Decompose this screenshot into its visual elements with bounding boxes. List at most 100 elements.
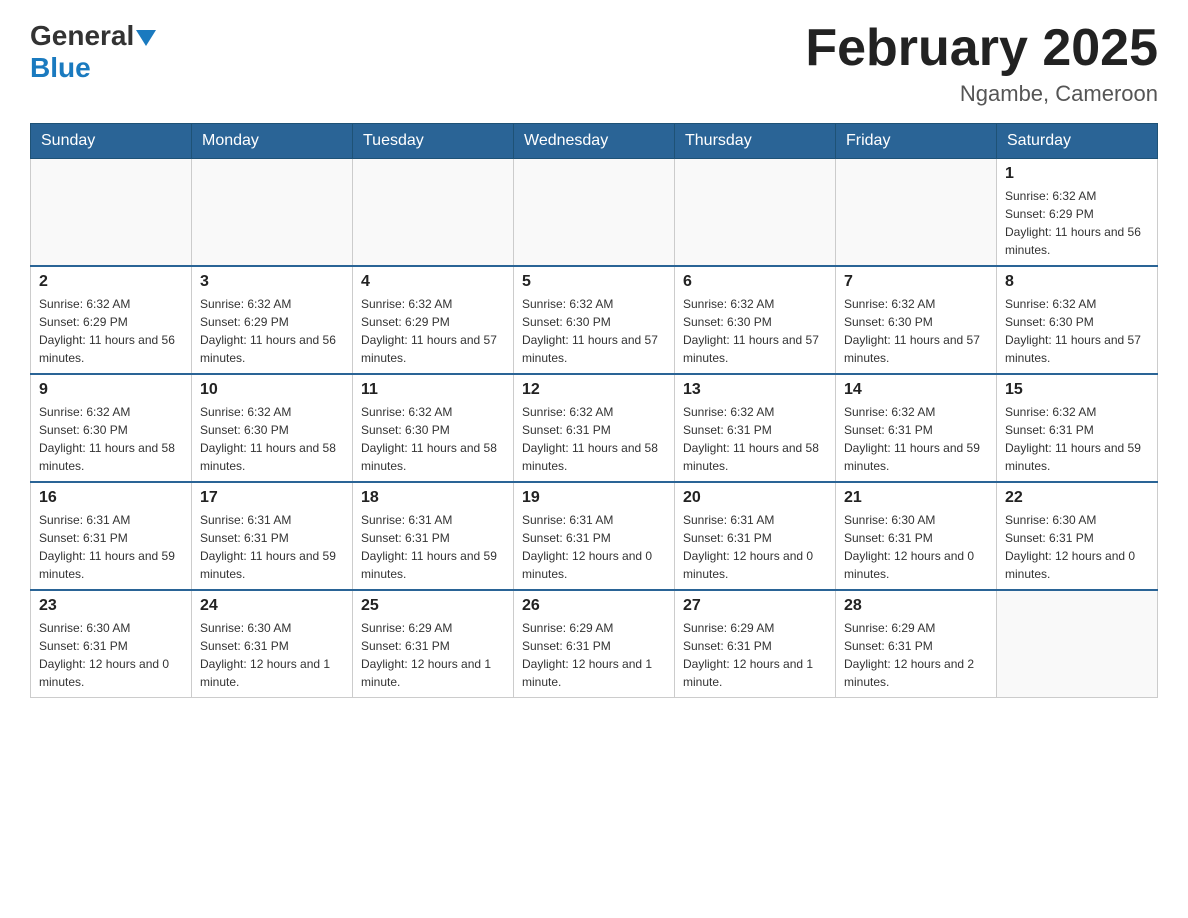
calendar-week-row: 1 Sunrise: 6:32 AM Sunset: 6:29 PM Daylig… [31,159,1158,267]
day-info: Sunrise: 6:32 AM Sunset: 6:31 PM Dayligh… [1005,403,1149,475]
day-info: Sunrise: 6:31 AM Sunset: 6:31 PM Dayligh… [200,511,344,583]
calendar-day-cell: 3 Sunrise: 6:32 AM Sunset: 6:29 PM Daylig… [192,266,353,374]
day-number: 17 [200,489,344,507]
day-info: Sunrise: 6:32 AM Sunset: 6:30 PM Dayligh… [683,295,827,367]
calendar-day-cell: 8Sunrise: 6:32 AM Sunset: 6:30 PM Daylig… [997,266,1158,374]
calendar-day-cell: 22 Sunrise: 6:30 AM Sunset: 6:31 PM Dayli… [997,482,1158,590]
day-info: Sunrise: 6:32 AM Sunset: 6:29 PM Dayligh… [361,295,505,367]
calendar-day-cell: 28 Sunrise: 6:29 AM Sunset: 6:31 PM Dayli… [836,590,997,698]
calendar-day-cell: 11 Sunrise: 6:32 AM Sunset: 6:30 PM Dayli… [353,374,514,482]
day-info: Sunrise: 6:30 AM Sunset: 6:31 PM Dayligh… [1005,511,1149,583]
day-info: Sunrise: 6:32 AM Sunset: 6:29 PM Dayligh… [1005,187,1149,259]
calendar-title: February 2025 [805,20,1158,77]
day-number: 7 [844,273,988,291]
day-number: 23 [39,597,183,615]
day-number: 13 [683,381,827,399]
calendar-day-cell: 16 Sunrise: 6:31 AM Sunset: 6:31 PM Dayli… [31,482,192,590]
logo: General Blue [30,20,158,84]
calendar-day-cell [192,159,353,267]
day-info: Sunrise: 6:30 AM Sunset: 6:31 PM Dayligh… [200,619,344,691]
title-section: February 2025 Ngambe, Cameroon [805,20,1158,107]
calendar-day-cell [353,159,514,267]
day-info: Sunrise: 6:31 AM Sunset: 6:31 PM Dayligh… [522,511,666,583]
day-info: Sunrise: 6:30 AM Sunset: 6:31 PM Dayligh… [844,511,988,583]
calendar-day-cell: 5 Sunrise: 6:32 AM Sunset: 6:30 PM Daylig… [514,266,675,374]
page-header: General Blue February 2025 Ngambe, Camer… [30,20,1158,107]
day-number: 22 [1005,489,1149,507]
day-info: Sunrise: 6:32 AM Sunset: 6:30 PM Dayligh… [522,295,666,367]
weekday-header-cell: Saturday [997,124,1158,159]
day-number: 28 [844,597,988,615]
calendar-day-cell [514,159,675,267]
day-info: Sunrise: 6:32 AM Sunset: 6:30 PM Dayligh… [1005,295,1149,367]
logo-triangle-icon [136,30,156,46]
day-number: 12 [522,381,666,399]
day-info: Sunrise: 6:31 AM Sunset: 6:31 PM Dayligh… [361,511,505,583]
day-info: Sunrise: 6:32 AM Sunset: 6:31 PM Dayligh… [683,403,827,475]
weekday-header-cell: Wednesday [514,124,675,159]
calendar-day-cell [675,159,836,267]
calendar-day-cell [31,159,192,267]
weekday-header-cell: Thursday [675,124,836,159]
day-number: 21 [844,489,988,507]
day-info: Sunrise: 6:29 AM Sunset: 6:31 PM Dayligh… [361,619,505,691]
calendar-subtitle: Ngambe, Cameroon [805,81,1158,107]
logo-blue-text: Blue [30,52,91,84]
calendar-day-cell: 26Sunrise: 6:29 AM Sunset: 6:31 PM Dayli… [514,590,675,698]
weekday-header-cell: Sunday [31,124,192,159]
calendar-day-cell: 19 Sunrise: 6:31 AM Sunset: 6:31 PM Dayli… [514,482,675,590]
calendar-day-cell: 6Sunrise: 6:32 AM Sunset: 6:30 PM Daylig… [675,266,836,374]
calendar-day-cell: 27 Sunrise: 6:29 AM Sunset: 6:31 PM Dayli… [675,590,836,698]
weekday-header-cell: Friday [836,124,997,159]
day-number: 10 [200,381,344,399]
day-number: 26 [522,597,666,615]
calendar-day-cell: 18 Sunrise: 6:31 AM Sunset: 6:31 PM Dayli… [353,482,514,590]
day-info: Sunrise: 6:31 AM Sunset: 6:31 PM Dayligh… [683,511,827,583]
calendar-table: SundayMondayTuesdayWednesdayThursdayFrid… [30,123,1158,698]
day-number: 3 [200,273,344,291]
day-info: Sunrise: 6:29 AM Sunset: 6:31 PM Dayligh… [844,619,988,691]
calendar-day-cell: 23 Sunrise: 6:30 AM Sunset: 6:31 PM Dayli… [31,590,192,698]
calendar-day-cell: 7 Sunrise: 6:32 AM Sunset: 6:30 PM Daylig… [836,266,997,374]
day-number: 20 [683,489,827,507]
calendar-day-cell: 10 Sunrise: 6:32 AM Sunset: 6:30 PM Dayli… [192,374,353,482]
calendar-day-cell: 25 Sunrise: 6:29 AM Sunset: 6:31 PM Dayli… [353,590,514,698]
calendar-week-row: 16 Sunrise: 6:31 AM Sunset: 6:31 PM Dayli… [31,482,1158,590]
calendar-body: 1 Sunrise: 6:32 AM Sunset: 6:29 PM Daylig… [31,159,1158,698]
calendar-day-cell: 24 Sunrise: 6:30 AM Sunset: 6:31 PM Dayli… [192,590,353,698]
calendar-day-cell: 17 Sunrise: 6:31 AM Sunset: 6:31 PM Dayli… [192,482,353,590]
day-info: Sunrise: 6:30 AM Sunset: 6:31 PM Dayligh… [39,619,183,691]
day-number: 1 [1005,165,1149,183]
day-info: Sunrise: 6:29 AM Sunset: 6:31 PM Dayligh… [683,619,827,691]
logo-general-text: General [30,20,134,52]
weekday-header-cell: Monday [192,124,353,159]
day-number: 27 [683,597,827,615]
day-info: Sunrise: 6:32 AM Sunset: 6:30 PM Dayligh… [361,403,505,475]
calendar-day-cell: 9 Sunrise: 6:32 AM Sunset: 6:30 PM Daylig… [31,374,192,482]
day-number: 2 [39,273,183,291]
day-info: Sunrise: 6:32 AM Sunset: 6:29 PM Dayligh… [200,295,344,367]
day-info: Sunrise: 6:32 AM Sunset: 6:31 PM Dayligh… [844,403,988,475]
calendar-week-row: 23 Sunrise: 6:30 AM Sunset: 6:31 PM Dayli… [31,590,1158,698]
calendar-day-cell: 1 Sunrise: 6:32 AM Sunset: 6:29 PM Daylig… [997,159,1158,267]
day-info: Sunrise: 6:32 AM Sunset: 6:30 PM Dayligh… [844,295,988,367]
day-number: 14 [844,381,988,399]
day-info: Sunrise: 6:32 AM Sunset: 6:30 PM Dayligh… [39,403,183,475]
day-number: 4 [361,273,505,291]
day-number: 11 [361,381,505,399]
day-info: Sunrise: 6:32 AM Sunset: 6:30 PM Dayligh… [200,403,344,475]
calendar-week-row: 9 Sunrise: 6:32 AM Sunset: 6:30 PM Daylig… [31,374,1158,482]
day-number: 15 [1005,381,1149,399]
day-info: Sunrise: 6:31 AM Sunset: 6:31 PM Dayligh… [39,511,183,583]
day-number: 9 [39,381,183,399]
day-number: 5 [522,273,666,291]
day-number: 19 [522,489,666,507]
day-number: 24 [200,597,344,615]
day-number: 18 [361,489,505,507]
calendar-day-cell: 21 Sunrise: 6:30 AM Sunset: 6:31 PM Dayli… [836,482,997,590]
calendar-day-cell [997,590,1158,698]
day-number: 25 [361,597,505,615]
calendar-week-row: 2 Sunrise: 6:32 AM Sunset: 6:29 PM Daylig… [31,266,1158,374]
day-number: 16 [39,489,183,507]
calendar-day-cell: 13 Sunrise: 6:32 AM Sunset: 6:31 PM Dayli… [675,374,836,482]
